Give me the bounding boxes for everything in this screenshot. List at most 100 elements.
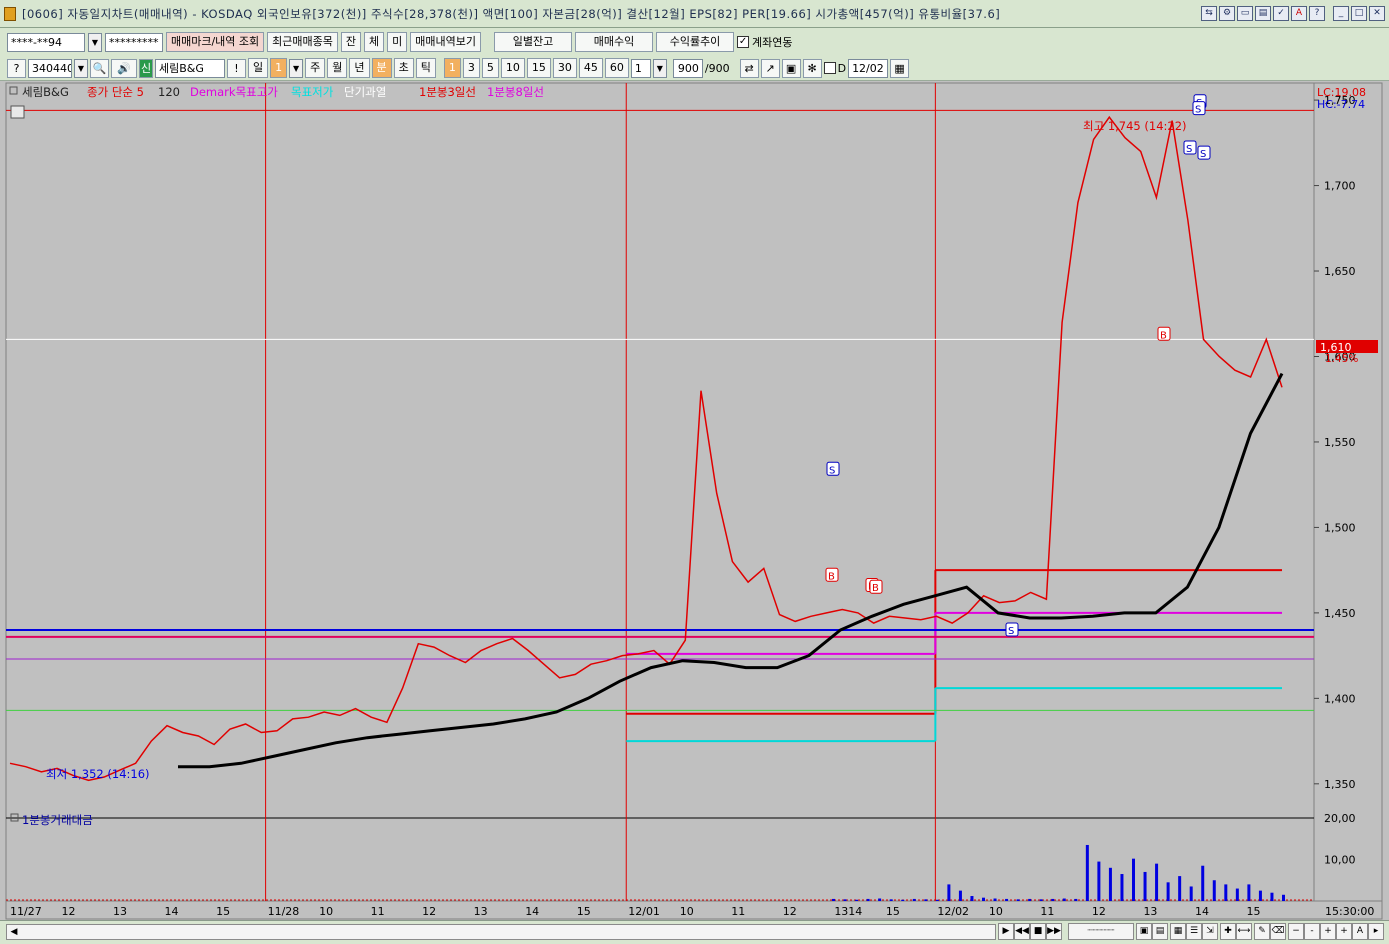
d-checkbox[interactable] (823, 62, 836, 74)
swap-icon[interactable]: ⇄ (739, 58, 759, 78)
period-day-n[interactable]: 1 (270, 58, 288, 78)
forward-icon[interactable]: ▶▶ (1046, 923, 1062, 940)
code-input[interactable]: 340440 (28, 58, 72, 78)
screen-icon[interactable]: ▭ (1237, 6, 1253, 21)
interval-5-button[interactable]: 5 (481, 58, 499, 78)
chart-icon[interactable]: ✓ (1273, 6, 1289, 21)
password-input[interactable]: ********* (105, 32, 163, 52)
interval-60-button[interactable]: 60 (604, 58, 629, 78)
return-trend-button[interactable]: 수익률추이 (656, 32, 735, 52)
period-min-button[interactable]: 분 (371, 58, 392, 78)
text-icon[interactable]: A (1352, 923, 1368, 940)
volume-bar (1028, 898, 1032, 901)
copy-icon[interactable]: ▤ (1152, 923, 1168, 940)
maximize-icon[interactable]: □ (1351, 6, 1367, 21)
interval-10-button[interactable]: 10 (500, 58, 525, 78)
interval-45-button[interactable]: 45 (578, 58, 603, 78)
period-sec-button[interactable]: 초 (393, 58, 414, 78)
ruler-icon[interactable]: ⟷ (1236, 923, 1252, 940)
trade-view-button[interactable]: 매매내역보기 (410, 32, 482, 52)
zoom-in-icon[interactable]: + (1320, 923, 1336, 940)
title-buttons: ⇆ ⚙ ▭ ▤ ✓ A ? _ □ ✕ (1201, 6, 1385, 21)
x-tick-label: 12 (1092, 905, 1106, 918)
x-tick-label: 12/01 (628, 905, 660, 918)
minimize-icon[interactable]: _ (1333, 6, 1349, 21)
high-label: 최고 1,745 (14:22) (1083, 119, 1187, 133)
grid-icon[interactable]: ▦ (1170, 923, 1186, 940)
minus-icon[interactable]: − (1288, 923, 1304, 940)
balance-button[interactable]: 잔 (340, 32, 362, 52)
volume-bar (1097, 861, 1101, 901)
chevron-down-icon[interactable]: ▼ (289, 58, 304, 78)
erase-icon[interactable]: ⌫ (1270, 923, 1286, 940)
scroll-down-icon[interactable]: ▸ (1368, 923, 1384, 940)
save-icon[interactable]: ▣ (781, 58, 801, 78)
speaker-icon[interactable]: 🔊 (111, 58, 137, 78)
interval-1-button[interactable]: 1 (443, 58, 461, 78)
export-icon[interactable]: ⇲ (1202, 923, 1218, 940)
draw-icon[interactable]: ✎ (1254, 923, 1270, 940)
bottom-bar: ◀ ▶ ◀◀ ■ ▶▶ ┈┈┈┈┈ ▣ ▤ ▦ ☰ ⇲ ✚ ⟷ ✎ ⌫ − - … (0, 920, 1389, 944)
period-year-button[interactable]: 년 (349, 58, 370, 78)
volume-bar (912, 898, 916, 901)
period-tick-button[interactable]: 틱 (415, 58, 436, 78)
chevron-down-icon[interactable]: ▼ (74, 58, 88, 78)
period-week-button[interactable]: 주 (305, 58, 326, 78)
volume-bar (1178, 876, 1182, 901)
horizontal-scrollbar[interactable]: ◀ (6, 924, 996, 940)
rewind-icon[interactable]: ◀◀ (1014, 923, 1030, 940)
trend-icon[interactable]: ↗ (760, 58, 780, 78)
interval-n-input[interactable]: 1 (630, 58, 651, 78)
speed-slider[interactable]: ┈┈┈┈┈ (1068, 923, 1134, 940)
help-icon[interactable]: ? (1309, 6, 1325, 21)
trade-mark-button[interactable]: 매매마크/내역 조회 (166, 32, 265, 52)
x-tick-label: 10 (680, 905, 694, 918)
link-icon[interactable]: ⇆ (1201, 6, 1217, 21)
stop-icon[interactable]: ■ (1030, 923, 1046, 940)
zoom-out-icon[interactable]: - (1304, 923, 1320, 940)
volume-bar (1258, 890, 1262, 901)
account-link-checkbox[interactable]: ✓ (737, 36, 750, 48)
x-tick-label: 12 (62, 905, 76, 918)
exclaim-icon[interactable]: ! (227, 58, 246, 78)
interval-15-button[interactable]: 15 (526, 58, 551, 78)
account-input[interactable]: ****-**94 (7, 32, 85, 52)
calendar-icon[interactable]: ▦ (890, 58, 910, 78)
plus-icon[interactable]: + (1336, 923, 1352, 940)
crosshair-icon[interactable]: ✚ (1220, 923, 1236, 940)
low-label: 최저 1,352 (14:16) (46, 767, 150, 781)
period-month-button[interactable]: 월 (327, 58, 348, 78)
settings2-icon[interactable]: ▣ (1136, 923, 1152, 940)
unexecuted-button[interactable]: 미 (387, 32, 408, 52)
trade-profit-button[interactable]: 매매수익 (575, 32, 654, 52)
font-icon[interactable]: A (1291, 6, 1307, 21)
period-day-button[interactable]: 일 (248, 58, 269, 78)
app-icon (4, 6, 16, 21)
search-icon[interactable]: 🔍 (90, 58, 109, 78)
recent-trades-button[interactable]: 최근매매종목 (267, 32, 338, 52)
interval-3-button[interactable]: 3 (462, 58, 480, 78)
executed-button[interactable]: 체 (364, 32, 385, 52)
toolbar-account: ****-**94 ▼ ********* 매매마크/내역 조회 최근매매종목 … (0, 28, 1389, 56)
chevron-down-icon[interactable]: ▼ (88, 32, 102, 52)
list-icon[interactable]: ☰ (1186, 923, 1202, 940)
table-icon[interactable] (10, 105, 25, 119)
close-icon[interactable]: ✕ (1369, 6, 1385, 21)
volume-bar (1155, 863, 1159, 901)
settings-icon[interactable]: ⚙ (1219, 6, 1235, 21)
date-input[interactable]: 12/02 (848, 58, 889, 78)
scroll-left-icon[interactable]: ◀ (7, 925, 21, 939)
stock-name-field[interactable]: 세림B&G (155, 58, 225, 78)
count-input[interactable]: 900 (672, 58, 703, 78)
chevron-down-icon[interactable]: ▼ (652, 58, 667, 78)
scroll-right-icon[interactable]: ▶ (998, 923, 1014, 940)
interval-30-button[interactable]: 30 (552, 58, 577, 78)
chart-svg[interactable]: SBBBSBSSSS 1,3501,4001,4501,5001,5501,60… (0, 81, 1389, 921)
gear-icon[interactable]: ✻ (802, 58, 822, 78)
daily-balance-button[interactable]: 일별잔고 (494, 32, 573, 52)
legend-ma-period: 120 (158, 85, 180, 99)
print-icon[interactable]: ▤ (1255, 6, 1271, 21)
trade-marker-label: S (1186, 144, 1192, 155)
question-icon[interactable]: ? (7, 58, 26, 78)
chart-area[interactable]: SBBBSBSSSS 1,3501,4001,4501,5001,5501,60… (0, 81, 1389, 921)
